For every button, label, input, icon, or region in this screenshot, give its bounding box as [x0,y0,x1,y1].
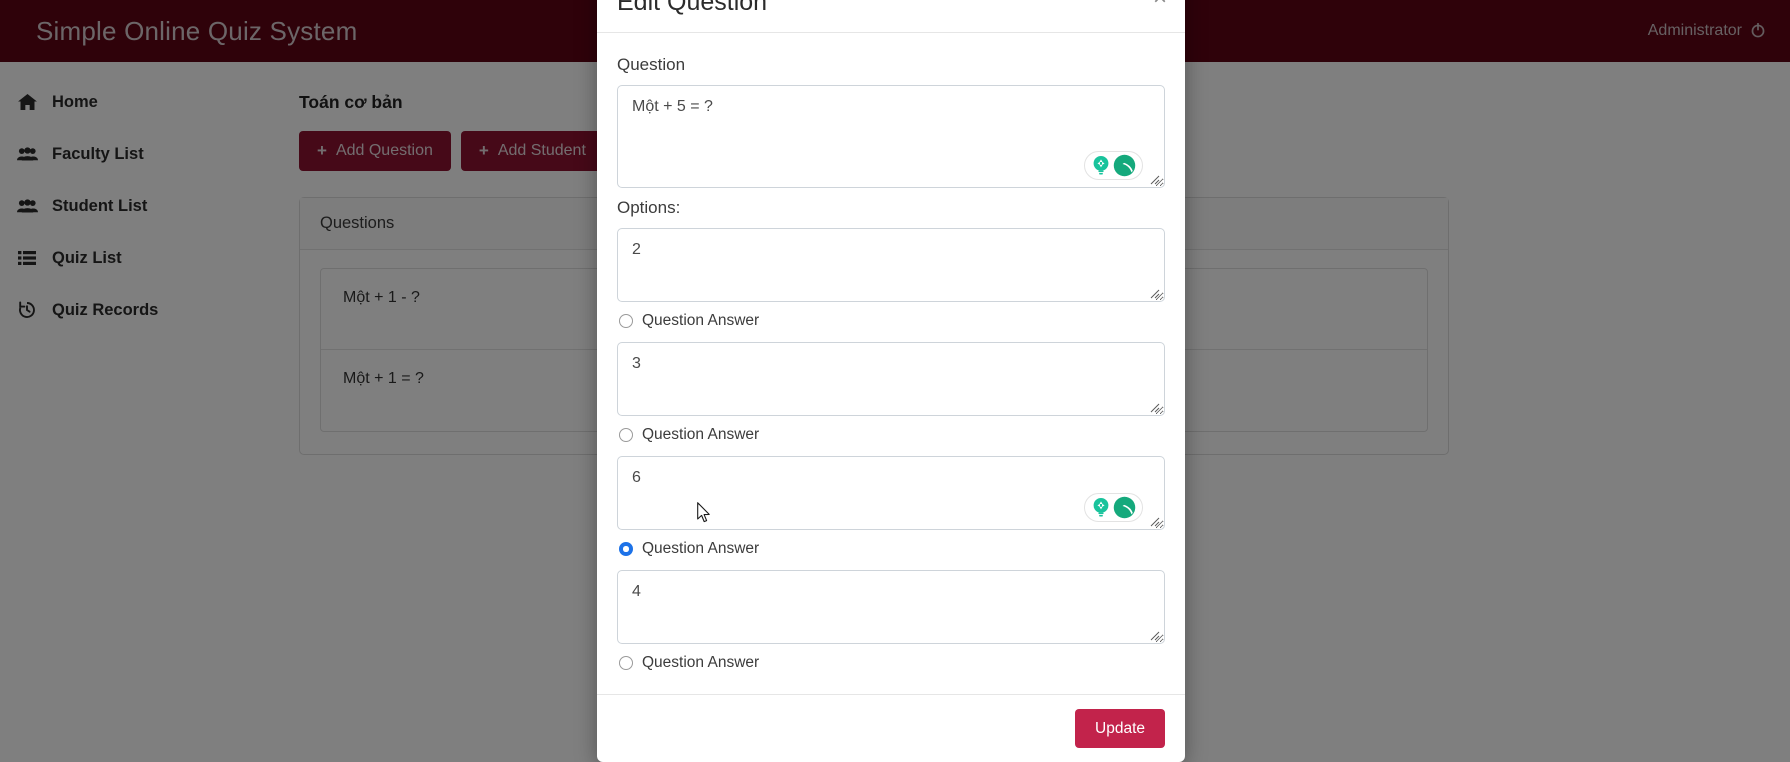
option-input[interactable] [617,342,1165,416]
lightbulb-icon [1091,497,1111,519]
option-answer-label: Question Answer [642,426,760,443]
question-textarea-wrap [617,85,1165,188]
option-answer-radio[interactable] [619,428,633,442]
option-2-wrap [617,342,1165,416]
option-1-answer-row[interactable]: Question Answer [619,312,1165,330]
grammarly-logo-icon [1113,496,1136,519]
option-answer-radio[interactable] [619,314,633,328]
modal-footer: Update [597,694,1185,762]
option-answer-radio[interactable] [619,656,633,670]
option-input[interactable] [617,570,1165,644]
option-answer-label: Question Answer [642,540,760,557]
question-field-label: Question [617,55,686,74]
option-input[interactable] [617,456,1165,530]
option-answer-label: Question Answer [642,312,760,329]
grammarly-logo-icon [1113,154,1136,177]
option-answer-radio[interactable] [619,542,633,556]
app-root: Simple Online Quiz System Administrator … [0,0,1790,762]
grammarly-badge[interactable] [1084,493,1143,522]
option-1-wrap [617,228,1165,302]
modal-header: Edit Question × [597,0,1185,33]
question-input[interactable] [617,85,1165,188]
option-3-answer-row[interactable]: Question Answer [619,540,1165,558]
update-button[interactable]: Update [1075,709,1165,748]
option-input[interactable] [617,228,1165,302]
option-answer-label: Question Answer [642,654,760,671]
lightbulb-icon [1091,155,1111,177]
option-4-wrap [617,570,1165,644]
options-label: Options: [617,198,681,217]
grammarly-badge[interactable] [1084,151,1143,180]
close-icon[interactable]: × [1153,0,1167,10]
modal-title: Edit Question [617,0,768,16]
option-2-answer-row[interactable]: Question Answer [619,426,1165,444]
modal-body: Question Một + 5 = ? Options: 2 Question… [597,33,1185,694]
option-4-answer-row[interactable]: Question Answer [619,654,1165,672]
edit-question-modal: Edit Question × Question [597,0,1185,762]
option-3-wrap [617,456,1165,530]
